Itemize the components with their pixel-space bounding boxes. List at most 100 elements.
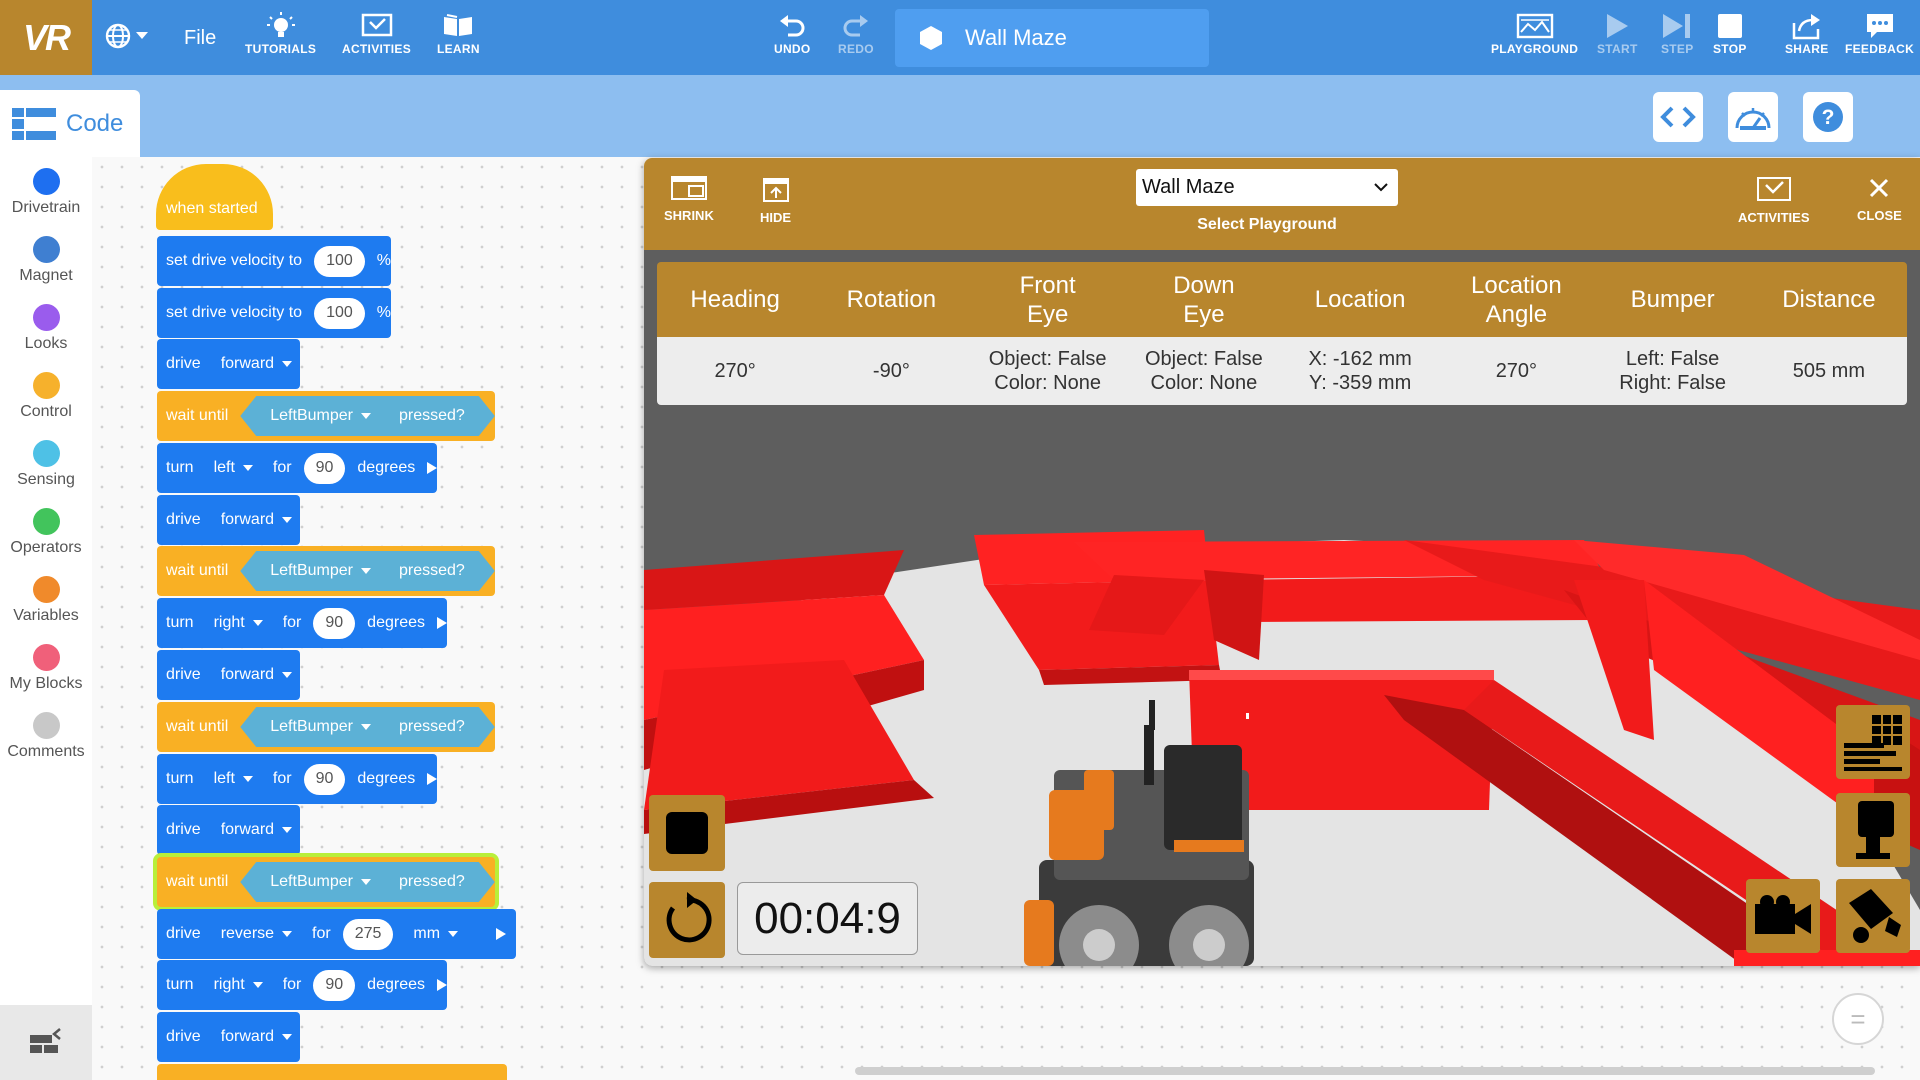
drive-block[interactable]: drive forward	[157, 495, 301, 545]
turn-direction-dropdown[interactable]: right	[206, 606, 271, 640]
undo-button[interactable]: UNDO	[774, 10, 811, 56]
code-viewer-button[interactable]	[1653, 92, 1703, 142]
drive-block[interactable]: drive forward	[157, 339, 301, 389]
rotation-value: -90°	[872, 360, 910, 382]
workspace-horizontal-scrollbar[interactable]	[855, 1067, 1875, 1075]
extensions-button[interactable]	[0, 1005, 92, 1080]
category-variables[interactable]: Variables	[0, 576, 92, 625]
bumper-dropdown[interactable]: LeftBumper	[270, 399, 371, 433]
expand-arrow-icon[interactable]	[427, 773, 438, 785]
activities-button[interactable]: ACTIVITIES	[342, 10, 411, 56]
turn-direction-dropdown[interactable]: left	[206, 451, 261, 485]
distance-input[interactable]: 275	[342, 918, 394, 950]
degrees-input[interactable]: 90	[303, 763, 346, 795]
front-eye-color: Color: None	[994, 372, 1101, 394]
wait-until-block[interactable]: wait until LeftBumper pressed?	[157, 391, 495, 441]
bumper-pressed-block[interactable]: LeftBumper pressed?	[240, 551, 495, 591]
redo-button[interactable]: REDO	[838, 10, 874, 56]
dashboard-toggle-button[interactable]	[1836, 705, 1910, 779]
category-my-blocks[interactable]: My Blocks	[0, 644, 92, 693]
hide-button[interactable]: HIDE	[760, 176, 791, 225]
bumper-dropdown[interactable]: LeftBumper	[270, 554, 371, 588]
tutorials-button[interactable]: TUTORIALS	[245, 10, 316, 56]
shrink-button[interactable]: SHRINK	[664, 176, 714, 223]
direction-dropdown[interactable]: reverse	[213, 917, 300, 951]
drive-block[interactable]: drive forward	[157, 650, 301, 700]
globe-icon	[105, 23, 131, 49]
degrees-input[interactable]: 90	[303, 452, 346, 484]
wait-until-block-active[interactable]: wait until LeftBumper pressed?	[157, 857, 495, 907]
direction-dropdown[interactable]: forward	[213, 813, 300, 847]
code-brackets-icon	[1660, 106, 1696, 128]
learn-button[interactable]: LEARN	[437, 10, 480, 56]
turn-direction-dropdown[interactable]: right	[206, 968, 271, 1002]
close-button[interactable]: CLOSE	[1857, 176, 1902, 223]
hexagon-icon	[920, 26, 942, 50]
playground-activities-button[interactable]: ACTIVITIES	[1738, 176, 1810, 225]
category-looks[interactable]: Looks	[0, 304, 92, 353]
language-menu[interactable]	[104, 22, 148, 50]
bumper-pressed-block[interactable]: LeftBumper pressed?	[240, 396, 495, 436]
feedback-button[interactable]: FEEDBACK	[1845, 10, 1914, 56]
tab-code[interactable]: Code	[0, 90, 140, 157]
category-magnet[interactable]: Magnet	[0, 236, 92, 285]
direction-dropdown[interactable]: forward	[213, 503, 300, 537]
wait-until-block-partial[interactable]	[157, 1064, 507, 1080]
playground-button[interactable]: PLAYGROUND	[1491, 10, 1578, 56]
follow-camera-button[interactable]	[1746, 879, 1820, 953]
direction-dropdown[interactable]: forward	[213, 347, 300, 381]
category-operators[interactable]: Operators	[0, 508, 92, 557]
category-comments[interactable]: Comments	[0, 712, 92, 761]
playground-select[interactable]: Wall Maze	[1136, 169, 1398, 206]
bumper-header: Bumper	[1630, 286, 1715, 313]
project-name-field[interactable]: Wall Maze	[895, 9, 1209, 67]
help-button[interactable]: ?	[1803, 92, 1853, 142]
playground-label: PLAYGROUND	[1491, 42, 1579, 56]
expand-arrow-icon[interactable]	[437, 979, 447, 991]
set-drive-velocity-block[interactable]: set drive velocity to 100 %	[157, 236, 391, 286]
drive-for-block[interactable]: drive reverse for 275 mm	[157, 909, 517, 959]
start-button[interactable]: START	[1597, 10, 1638, 56]
unit-dropdown[interactable]: mm	[405, 917, 466, 951]
top-camera-button[interactable]	[1836, 879, 1910, 953]
wait-until-block[interactable]: wait until LeftBumper pressed?	[157, 702, 495, 752]
turn-for-block[interactable]: turn left for 90 degrees	[157, 754, 438, 804]
turn-for-block[interactable]: turn right for 90 degrees	[157, 960, 447, 1010]
bumper-dropdown[interactable]: LeftBumper	[270, 710, 371, 744]
file-menu[interactable]: File	[184, 27, 216, 50]
turn-for-block[interactable]: turn right for 90 degrees	[157, 598, 447, 648]
bumper-dropdown[interactable]: LeftBumper	[270, 865, 371, 899]
reset-button[interactable]	[649, 882, 725, 958]
playground-viewport[interactable]: Heading Rotation Front Eye Down Eye Loca…	[644, 250, 1920, 966]
category-control[interactable]: Control	[0, 372, 92, 421]
wait-until-block[interactable]: wait until LeftBumper pressed?	[157, 546, 495, 596]
share-button[interactable]: SHARE	[1785, 10, 1829, 56]
dashboard-button[interactable]	[1728, 92, 1778, 142]
expand-arrow-icon[interactable]	[496, 928, 507, 940]
category-drivetrain[interactable]: Drivetrain	[0, 168, 92, 217]
stop-run-button[interactable]	[649, 795, 725, 871]
degrees-input[interactable]: 90	[313, 607, 356, 639]
drive-block[interactable]: drive forward	[157, 1012, 301, 1062]
vr-logo[interactable]: VR	[0, 0, 92, 75]
third-person-camera-button[interactable]	[1836, 793, 1910, 867]
drive-block[interactable]: drive forward	[157, 805, 301, 855]
bumper-pressed-block[interactable]: LeftBumper pressed?	[240, 862, 495, 902]
velocity-input[interactable]: 100	[314, 245, 365, 277]
step-button[interactable]: STEP	[1661, 10, 1694, 56]
expand-arrow-icon[interactable]	[437, 617, 447, 629]
stop-button[interactable]: STOP	[1713, 10, 1747, 56]
location-x: X: -162 mm	[1308, 348, 1412, 370]
zoom-reset-button[interactable]: =	[1832, 993, 1884, 1045]
expand-arrow-icon[interactable]	[427, 462, 438, 474]
category-dot	[32, 372, 60, 399]
set-drive-velocity-block[interactable]: set drive velocity to 100 %	[157, 288, 391, 338]
category-sensing[interactable]: Sensing	[0, 440, 92, 489]
degrees-input[interactable]: 90	[313, 969, 356, 1001]
turn-for-block[interactable]: turn left for 90 degrees	[157, 443, 438, 493]
direction-dropdown[interactable]: forward	[213, 1020, 300, 1054]
direction-dropdown[interactable]: forward	[213, 658, 300, 692]
bumper-pressed-block[interactable]: LeftBumper pressed?	[240, 707, 495, 747]
velocity-input[interactable]: 100	[314, 297, 365, 329]
turn-direction-dropdown[interactable]: left	[206, 762, 261, 796]
